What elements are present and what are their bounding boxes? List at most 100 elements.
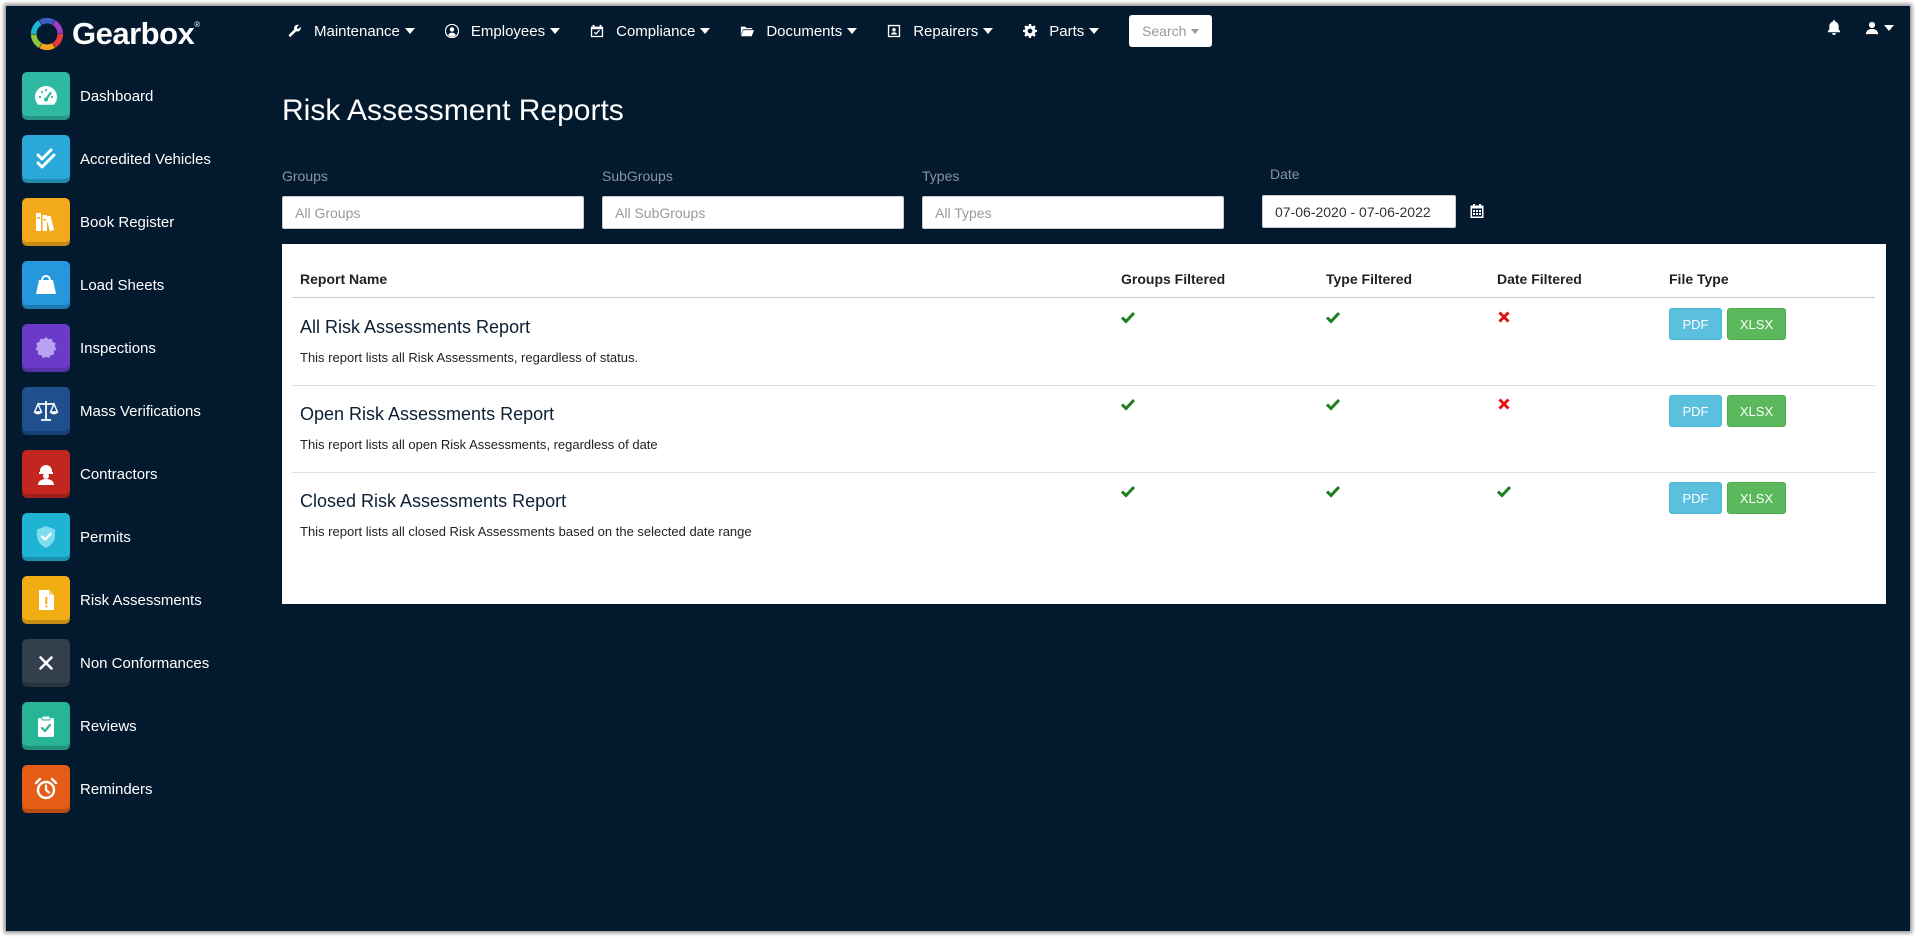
sidebar-item-contractors[interactable]: Contractors (22, 450, 222, 498)
sidebar-icon-tile (22, 450, 70, 498)
app-logo[interactable]: Gearbox ® (28, 14, 200, 54)
subgroups-select[interactable] (602, 196, 904, 229)
pdf-button[interactable]: PDF (1669, 482, 1722, 514)
books-icon (36, 213, 55, 232)
subgroups-label: SubGroups (602, 168, 673, 184)
chevron-down-icon (1089, 28, 1100, 34)
sidebar-item-load-sheets[interactable]: Load Sheets (22, 261, 222, 309)
sidebar-item-permits[interactable]: Permits (22, 513, 222, 561)
nav-compliance-label: Compliance (616, 22, 696, 40)
row-divider (292, 385, 1875, 386)
sidebar-item-dashboard[interactable]: Dashboard (22, 72, 222, 120)
sidebar-item-risk-assessments[interactable]: Risk Assessments (22, 576, 222, 624)
nav-documents[interactable]: Documents (740, 22, 858, 40)
sidebar-icon-tile (22, 639, 70, 687)
sidebar-icon-tile (22, 702, 70, 750)
column-header-file-type: File Type (1669, 271, 1729, 287)
sidebar-item-inspections[interactable]: Inspections (22, 324, 222, 372)
sidebar-item-non-conformances[interactable]: Non Conformances (22, 639, 222, 687)
nav-maintenance-label: Maintenance (314, 22, 400, 40)
calendar-check-icon (590, 24, 604, 38)
sidebar-item-label: Dashboard (80, 87, 154, 105)
calendar-icon[interactable] (1470, 204, 1484, 218)
chevron-down-icon (404, 28, 415, 34)
worker-icon (38, 465, 54, 485)
sidebar-item-label: Risk Assessments (80, 591, 202, 609)
column-header-date-filtered: Date Filtered (1497, 271, 1582, 287)
scales-icon (33, 401, 59, 421)
reports-table: Report Name Groups Filtered Type Filtere… (282, 244, 1886, 604)
types-label: Types (922, 168, 960, 184)
x-icon (39, 656, 53, 670)
id-card-icon (888, 24, 901, 38)
sidebar-item-label: Permits (80, 528, 131, 546)
sidebar-item-label: Accredited Vehicles (80, 150, 211, 168)
report-description: This report lists all Risk Assessments, … (300, 350, 639, 365)
search-button[interactable]: Search (1129, 15, 1213, 47)
check-icon (1326, 311, 1340, 324)
sidebar-item-accredited-vehicles[interactable]: Accredited Vehicles (22, 135, 222, 183)
sidebar-icon-tile (22, 135, 70, 183)
check-icon (1326, 485, 1340, 498)
xlsx-button[interactable]: XLSX (1727, 482, 1786, 514)
sidebar-icon-tile (22, 387, 70, 435)
nav-employees[interactable]: Employees (444, 22, 561, 40)
sidebar-item-label: Inspections (80, 339, 156, 357)
chevron-down-icon (1884, 24, 1894, 31)
report-name: Closed Risk Assessments Report (300, 491, 567, 511)
search-label: Search (1142, 23, 1187, 39)
cross-icon (1498, 398, 1510, 410)
trademark-mark: ® (194, 19, 201, 29)
sidebar-item-reviews[interactable]: Reviews (22, 702, 222, 750)
shield-check-icon (37, 526, 55, 548)
date-label: Date (1270, 166, 1300, 182)
check-icon (1121, 485, 1135, 498)
groups-select[interactable] (282, 196, 584, 229)
user-circle-icon (444, 24, 459, 38)
clipboard-check-icon (38, 715, 54, 737)
app-window: Gearbox ® Maintenance Employees Complian… (6, 6, 1910, 931)
sidebar-item-label: Mass Verifications (80, 402, 201, 420)
user-icon (1865, 21, 1879, 34)
nav-parts-label: Parts (1049, 22, 1085, 40)
header-divider (292, 297, 1875, 298)
sidebar-icon-tile (22, 261, 70, 309)
sidebar-item-book-register[interactable]: Book Register (22, 198, 222, 246)
weight-bag-icon (36, 274, 56, 294)
pdf-button[interactable]: PDF (1669, 395, 1722, 427)
nav-parts[interactable]: Parts (1023, 22, 1100, 40)
nav-repairers[interactable]: Repairers (887, 22, 994, 40)
check-icon (1326, 398, 1340, 411)
check-icon (1497, 485, 1511, 498)
report-description: This report lists all closed Risk Assess… (300, 524, 752, 539)
nav-documents-label: Documents (766, 22, 843, 40)
date-range-field[interactable] (1262, 195, 1456, 228)
nav-maintenance[interactable]: Maintenance (288, 23, 415, 40)
nav-repairers-label: Repairers (913, 22, 979, 40)
user-menu[interactable] (1865, 21, 1894, 35)
pdf-button[interactable]: PDF (1669, 308, 1722, 340)
sidebar-item-label: Book Register (80, 213, 175, 231)
types-select[interactable] (922, 196, 1224, 229)
top-right-controls (1827, 20, 1894, 35)
sidebar-item-label: Reviews (80, 717, 137, 735)
report-name: Open Risk Assessments Report (300, 404, 555, 424)
sidebar-item-reminders[interactable]: Reminders (22, 765, 222, 813)
check-icon (1121, 311, 1135, 324)
speedometer-icon (35, 86, 57, 105)
column-header-report-name: Report Name (300, 271, 388, 287)
xlsx-button[interactable]: XLSX (1727, 395, 1786, 427)
nav-employees-label: Employees (470, 22, 546, 40)
app-name: Gearbox (72, 16, 195, 51)
sidebar-item-label: Load Sheets (80, 276, 165, 294)
bell-icon[interactable] (1827, 20, 1841, 35)
nav-compliance[interactable]: Compliance (590, 22, 711, 40)
sidebar-item-mass-verifications[interactable]: Mass Verifications (22, 387, 222, 435)
top-navigation: Maintenance Employees Compliance Documen… (288, 15, 1213, 47)
sidebar: Dashboard Accredited Vehicles Book Regis… (22, 72, 222, 828)
sidebar-icon-tile (22, 72, 70, 120)
report-name: All Risk Assessments Report (300, 317, 531, 337)
column-header-groups-filtered: Groups Filtered (1121, 271, 1226, 287)
xlsx-button[interactable]: XLSX (1727, 308, 1786, 340)
chevron-down-icon (550, 28, 561, 34)
